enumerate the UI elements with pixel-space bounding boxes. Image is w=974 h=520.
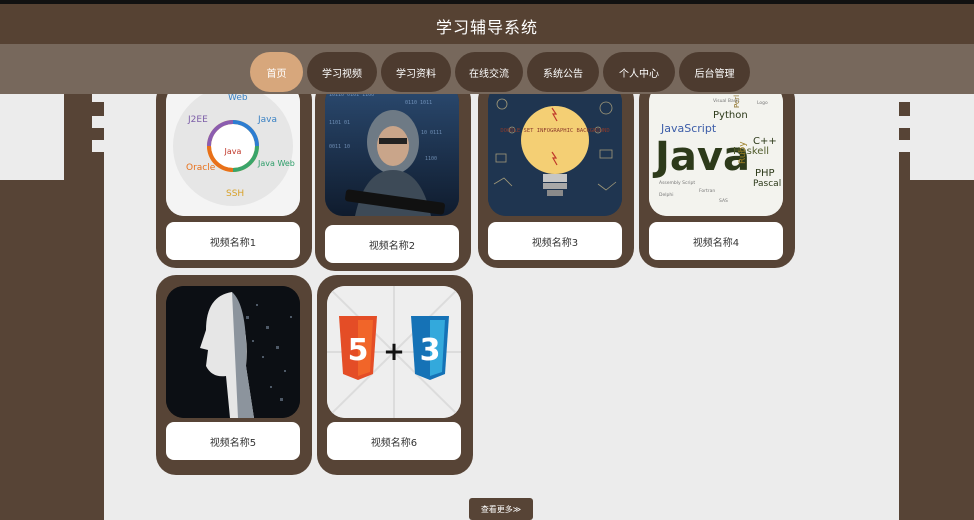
nav-item-notices[interactable]: 系统公告 [527,52,599,92]
svg-text:Visual Basic: Visual Basic [713,98,740,104]
video-name[interactable]: 视频名称2 [325,225,459,263]
svg-text:PHP: PHP [755,168,775,179]
top-bar: 学习辅导系统 [0,0,974,44]
svg-text:Python: Python [713,110,748,121]
svg-text:JavaScript: JavaScript [660,122,717,135]
svg-text:Delphi: Delphi [659,192,673,198]
doodle-text: DOODLE SET INFOGRAPHIC BACKGROUND [500,128,609,134]
nav-item-profile[interactable]: 个人中心 [603,52,675,92]
nav-item-videos[interactable]: 学习视频 [307,52,377,92]
wheel-label: J2EE [187,115,208,125]
svg-text:0011 10: 0011 10 [329,144,350,150]
nav-item-admin[interactable]: 后台管理 [679,52,750,92]
nav-item-forum[interactable]: 在线交流 [455,52,523,92]
right-notch [899,94,911,102]
view-more-button[interactable]: 查看更多≫ [469,498,533,520]
svg-text:10110 0101 1100: 10110 0101 1100 [329,94,374,98]
video-list: Java Web J2EE Java Oracle Java Web SSH 视… [104,94,899,520]
wheel-label: Web [228,94,248,103]
wheel-center-label: Java [224,147,242,156]
video-thumbnail[interactable]: Java Web J2EE Java Oracle Java Web SSH [166,94,300,216]
video-card[interactable]: Java Web J2EE Java Oracle Java Web SSH 视… [156,94,312,268]
wheel-label: Java [257,115,277,125]
svg-text:Ruby: Ruby [738,141,748,164]
svg-text:0110 1011: 0110 1011 [405,100,432,106]
svg-text:SAS: SAS [719,198,728,204]
svg-text:+: + [383,337,405,367]
left-notch [92,116,104,128]
video-name[interactable]: 视频名称6 [327,422,461,460]
wheel-label: Oracle [186,163,216,173]
right-notch [899,116,911,128]
video-thumbnail[interactable]: DOODLE SET INFOGRAPHIC BACKGROUND [488,94,622,216]
video-card[interactable]: 视频名称5 [156,275,312,475]
svg-text:10 0111: 10 0111 [421,130,442,136]
svg-text:3: 3 [420,333,441,368]
video-thumbnail[interactable]: 5 + 3 [327,286,461,418]
video-thumbnail[interactable]: Java JavaScript Python C++ Haskell Ruby … [649,94,783,216]
left-notch [92,94,104,102]
video-card[interactable]: 5 + 3 视频名称6 [317,275,473,475]
video-name[interactable]: 视频名称1 [166,222,300,260]
right-notch [899,140,911,152]
video-thumbnail[interactable] [166,286,300,418]
video-thumbnail[interactable]: 10110 0101 1100 0110 1011 1101 01 10 011… [325,94,459,216]
right-decoration [910,94,974,180]
svg-text:5: 5 [348,333,369,368]
nav-item-materials[interactable]: 学习资料 [381,52,451,92]
svg-text:Assembly Script: Assembly Script [659,180,695,186]
left-notch [92,140,104,152]
main-nav: 首页 学习视频 学习资料 在线交流 系统公告 个人中心 后台管理 [250,52,750,92]
svg-text:1100: 1100 [425,156,437,162]
svg-text:1101 01: 1101 01 [329,120,350,126]
wheel-label: SSH [226,189,244,199]
svg-text:Pascal: Pascal [753,179,781,189]
video-name[interactable]: 视频名称3 [488,222,622,260]
left-decoration [0,94,104,180]
video-card[interactable]: Java JavaScript Python C++ Haskell Ruby … [639,94,795,268]
wheel-label: Java Web [257,159,295,168]
video-name[interactable]: 视频名称5 [166,422,300,460]
video-card[interactable]: DOODLE SET INFOGRAPHIC BACKGROUND 视频名称3 [478,94,634,268]
video-card[interactable]: 10110 0101 1100 0110 1011 1101 01 10 011… [315,94,471,271]
nav-item-home[interactable]: 首页 [250,52,303,92]
site-title: 学习辅导系统 [435,18,538,37]
svg-text:Fortran: Fortran [699,188,715,194]
svg-text:Logo: Logo [757,100,768,106]
cloud-big-word: Java [652,134,750,180]
video-name[interactable]: 视频名称4 [649,222,783,260]
